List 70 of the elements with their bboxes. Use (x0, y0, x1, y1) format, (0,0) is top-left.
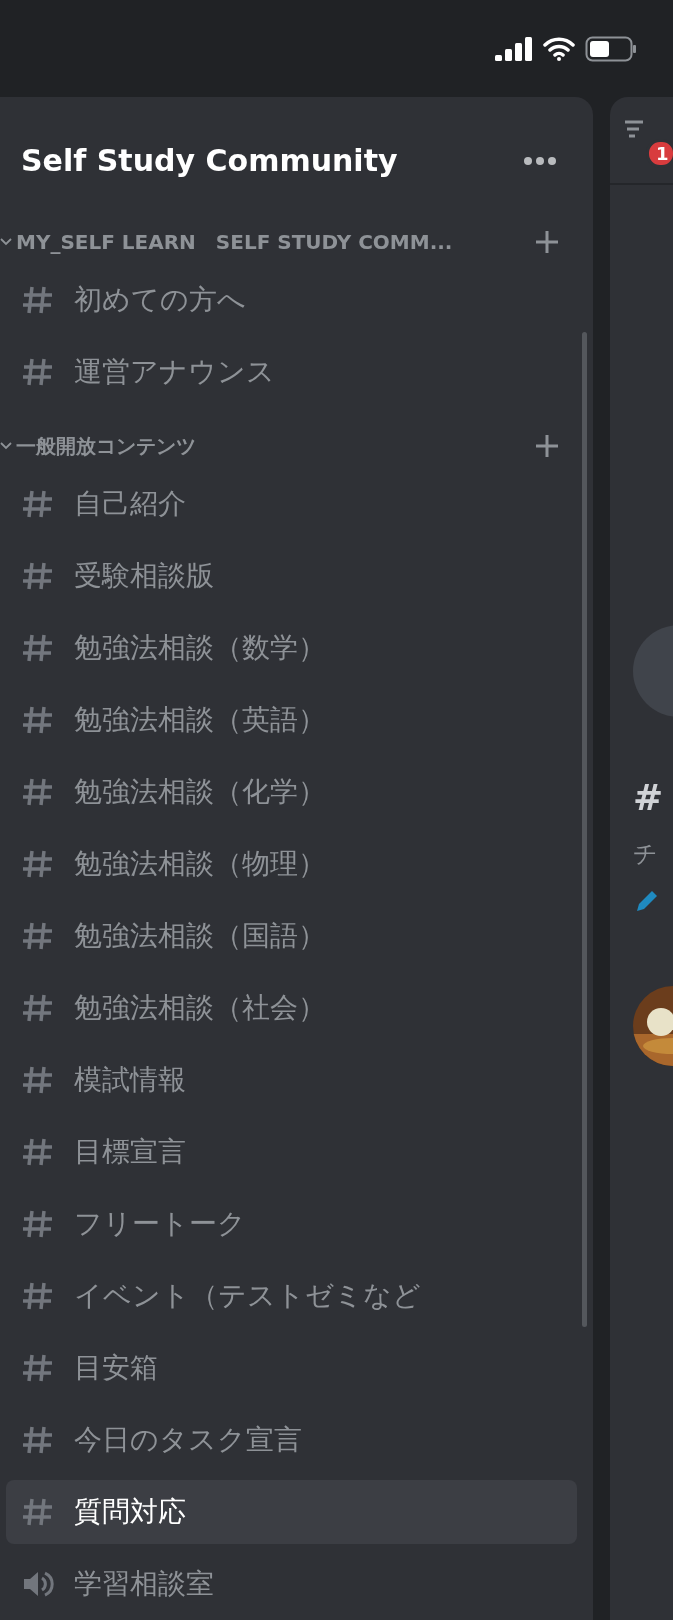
channel-item[interactable]: 初めての方へ (6, 268, 577, 332)
pencil-icon[interactable] (634, 888, 660, 914)
channel-name: 今日のタスク宣言 (74, 1422, 302, 1458)
hash-icon (22, 561, 54, 591)
hash-icon (22, 1137, 54, 1167)
hash-icon (22, 777, 54, 807)
hash-icon (22, 993, 54, 1023)
channel-item[interactable]: 勉強法相談（物理） (6, 832, 577, 896)
channel-name: 学習相談室 (74, 1566, 214, 1602)
channel-item[interactable]: 目標宣言 (6, 1120, 577, 1184)
hash-icon (22, 1425, 54, 1455)
channel-item[interactable]: 自己紹介 (6, 472, 577, 536)
signal-icon (495, 36, 533, 61)
filter-icon[interactable] (624, 119, 644, 141)
hash-icon (22, 357, 54, 387)
server-name: Self Study Community (21, 143, 398, 178)
hash-icon (22, 1065, 54, 1095)
more-icon[interactable] (523, 155, 557, 166)
channel-name: 勉強法相談（数学） (74, 630, 326, 666)
channel-item[interactable]: イベント（テストゼミなど (6, 1264, 577, 1328)
category-name[interactable]: MY_SELF LEARN SELF STUDY COMM... (16, 228, 535, 256)
battery-icon (585, 35, 637, 62)
channel-name: 勉強法相談（英語） (74, 702, 326, 738)
channel-name: 模試情報 (74, 1062, 186, 1098)
channel-name: 初めての方へ (74, 282, 246, 318)
hash-icon (22, 285, 54, 315)
hash-icon (22, 1281, 54, 1311)
channel-item[interactable]: 勉強法相談（化学） (6, 760, 577, 824)
channel-item[interactable]: 受験相談版 (6, 544, 577, 608)
channel-name: フリートーク (74, 1206, 246, 1242)
channel-name: 運営アナウンス (74, 354, 275, 390)
notification-badge: 1 (646, 139, 673, 168)
channel-name: 目標宣言 (74, 1134, 186, 1170)
channel-name: 目安箱 (74, 1350, 158, 1386)
channel-item[interactable]: 勉強法相談（国語） (6, 904, 577, 968)
channel-name: 自己紹介 (74, 486, 186, 522)
hash-icon (22, 489, 54, 519)
hash-icon (22, 1353, 54, 1383)
channel-name: 勉強法相談（国語） (74, 918, 326, 954)
channel-name: 勉強法相談（社会） (74, 990, 326, 1026)
chevron-icon[interactable] (0, 441, 12, 451)
channel-name: イベント（テストゼミなど (74, 1278, 421, 1314)
channel-item[interactable]: 勉強法相談（社会） (6, 976, 577, 1040)
channel-description: チ (633, 839, 659, 870)
hash-icon (22, 1497, 54, 1527)
channel-item[interactable]: 勉強法相談（英語） (6, 688, 577, 752)
channel-name: 勉強法相談（化学） (74, 774, 326, 810)
hash-icon (22, 705, 54, 735)
hash-icon (22, 849, 54, 879)
channel-item[interactable]: フリートーク (6, 1192, 577, 1256)
speaker-icon (22, 1569, 54, 1599)
channel-item[interactable]: 今日のタスク宣言 (6, 1408, 577, 1472)
channel-item[interactable]: 目安箱 (6, 1336, 577, 1400)
channel-item[interactable]: 模試情報 (6, 1048, 577, 1112)
category-name[interactable]: 一般開放コンテンツ (16, 432, 535, 460)
channel-item[interactable]: 質問対応 (6, 1480, 577, 1544)
channel-name: 質問対応 (74, 1494, 186, 1530)
hash-icon (22, 1209, 54, 1239)
channel-title: # (633, 777, 665, 818)
hash-icon (22, 921, 54, 951)
add-icon[interactable] (535, 434, 559, 458)
chevron-icon[interactable] (0, 237, 12, 247)
add-icon[interactable] (535, 230, 559, 254)
channel-name: 受験相談版 (74, 558, 214, 594)
wifi-icon (543, 36, 575, 61)
hash-icon (22, 633, 54, 663)
channel-item[interactable]: 勉強法相談（数学） (6, 616, 577, 680)
channel-item[interactable]: 運営アナウンス (6, 340, 577, 404)
channel-name: 勉強法相談（物理） (74, 846, 326, 882)
channel-item[interactable]: 学習相談室 (6, 1552, 577, 1616)
